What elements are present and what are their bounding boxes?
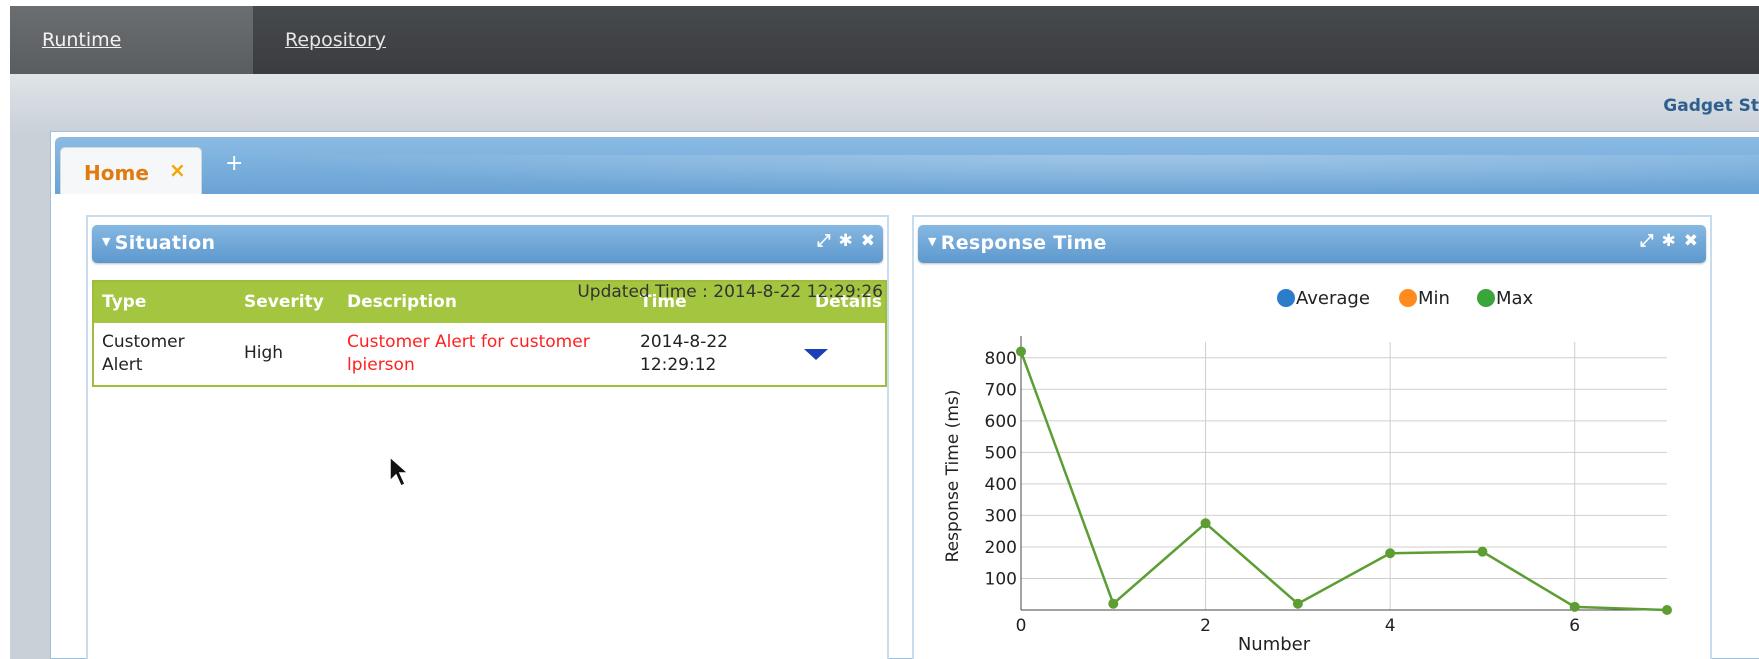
situation-tools: ⤢ ✱ ✖ xyxy=(809,231,875,251)
situation-table: Type Severity Description Time Details U… xyxy=(92,280,887,387)
x-tick-label: 4 xyxy=(1385,616,1396,636)
collapse-caret-icon[interactable]: ▼ xyxy=(102,235,111,248)
legend-label: Max xyxy=(1496,288,1534,309)
x-tick-label: 6 xyxy=(1569,616,1580,636)
cell-type-1: Customer xyxy=(102,332,185,352)
col-description[interactable]: Description xyxy=(347,292,457,312)
add-tab-icon[interactable]: + xyxy=(225,151,243,176)
cell-time-1: 2014-8-22 xyxy=(640,332,728,352)
top-nav: Runtime Governance Repository xyxy=(10,6,1759,119)
y-tick-label: 800 xyxy=(985,349,1017,369)
cell-description-1: Customer Alert for customer xyxy=(347,332,590,352)
data-point xyxy=(1016,346,1026,357)
data-point xyxy=(1385,548,1396,559)
details-expand-icon[interactable] xyxy=(804,349,828,360)
nav-repository[interactable]: Repository xyxy=(253,6,418,74)
close-icon[interactable]: ✖ xyxy=(1684,231,1698,251)
data-point xyxy=(1662,605,1672,615)
col-type[interactable]: Type xyxy=(102,292,146,312)
updated-time: Updated Time : 2014-8-22 12:29:26 xyxy=(577,282,883,302)
settings-icon[interactable]: ✱ xyxy=(839,231,853,251)
y-tick-label: 100 xyxy=(985,569,1017,589)
y-tick-label: 400 xyxy=(985,475,1017,495)
y-tick-label: 600 xyxy=(985,412,1017,432)
maximize-icon[interactable]: ⤢ xyxy=(1640,231,1654,251)
legend-label: Min xyxy=(1418,288,1450,309)
y-axis-label: Response Time (ms) xyxy=(943,390,963,563)
close-tab-icon[interactable]: × xyxy=(169,158,186,182)
situation-gadget: ▼ Situation ⤢ ✱ ✖ Type Severity Description… xyxy=(86,215,889,659)
legend-marker xyxy=(1277,289,1295,307)
y-tick-label: 300 xyxy=(985,506,1017,526)
legend-marker xyxy=(1477,289,1495,307)
settings-icon[interactable]: ✱ xyxy=(1662,231,1676,251)
series-line-max xyxy=(1019,351,1668,612)
data-point xyxy=(1200,518,1211,529)
legend-marker xyxy=(1399,289,1417,307)
x-tick-label: 0 xyxy=(1016,616,1027,636)
cell-severity: High xyxy=(244,343,284,363)
response-time-chart: 100 200 300 400 500 600 700 800 0 2 4 6 Number Respon… xyxy=(943,288,1672,655)
legend-label: Average xyxy=(1296,288,1370,309)
situation-title-wrap: ▼ Situation xyxy=(102,232,215,254)
nav-runtime-governance[interactable]: Runtime Governance xyxy=(10,6,253,119)
col-severity[interactable]: Severity xyxy=(244,292,324,312)
table-row[interactable]: Customer Alert High Customer Alert for c… xyxy=(94,323,885,385)
response-tools: ⤢ ✱ ✖ xyxy=(1632,231,1698,251)
data-point xyxy=(1292,598,1303,609)
situation-title: Situation xyxy=(114,232,216,254)
cell-description-2: lpierson xyxy=(347,355,415,375)
gadget-store-link[interactable]: Gadget St xyxy=(1663,96,1759,116)
situation-header[interactable]: ▼ Situation ⤢ ✱ ✖ xyxy=(92,225,883,263)
table-header: Type Severity Description Time Details U… xyxy=(94,282,885,323)
tab-home-label: Home xyxy=(84,161,149,185)
response-time-gadget: ▼ Response Time ⤢ ✱ ✖ 100 200 300 400 500 600 700… xyxy=(912,215,1712,659)
maximize-icon[interactable]: ⤢ xyxy=(817,231,831,251)
close-icon[interactable]: ✖ xyxy=(861,231,875,251)
tab-bar: Home × + xyxy=(55,137,1759,194)
y-tick-label: 500 xyxy=(985,443,1017,463)
data-point xyxy=(1108,598,1119,609)
x-axis-label: Number xyxy=(1238,634,1311,655)
cell-type-2: Alert xyxy=(102,355,143,375)
mouse-cursor-icon xyxy=(389,455,410,488)
data-point xyxy=(1569,601,1580,612)
x-tick-label: 2 xyxy=(1200,616,1211,636)
cell-time-2: 12:29:12 xyxy=(640,355,717,375)
collapse-caret-icon[interactable]: ▼ xyxy=(928,235,937,248)
response-time-header[interactable]: ▼ Response Time ⤢ ✱ ✖ xyxy=(918,225,1706,263)
y-tick-label: 200 xyxy=(985,538,1017,558)
y-tick-label: 700 xyxy=(985,380,1017,400)
tab-home[interactable]: Home × xyxy=(60,147,202,194)
data-point xyxy=(1477,546,1488,557)
response-time-title: Response Time xyxy=(940,232,1107,254)
response-title-wrap: ▼ Response Time xyxy=(928,232,1107,254)
